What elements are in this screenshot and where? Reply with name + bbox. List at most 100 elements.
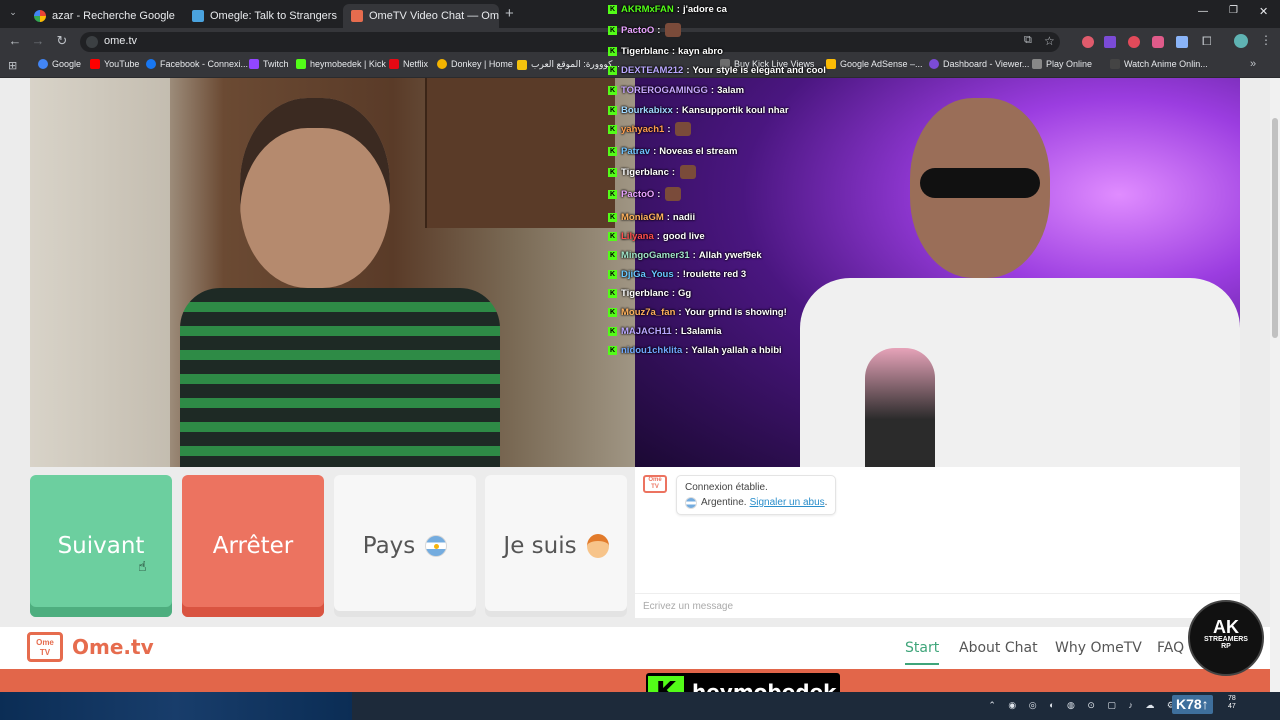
chat-text: good live — [662, 230, 705, 242]
stream-chat-message: K TOREROGAMINGG:3alam — [608, 81, 744, 99]
message-input-area[interactable] — [635, 593, 1240, 618]
bookmark-item[interactable]: Netflix — [389, 59, 428, 69]
chat-text: nadii — [672, 211, 696, 223]
chat-username: Tigerblanc — [621, 166, 669, 178]
tab-omegle[interactable]: Omegle: Talk to Strangers v ✕ — [184, 4, 340, 28]
tab-title: azar - Recherche Google — [52, 10, 175, 22]
stream-chat-message: Knidou1chklita: Yallah yallah a hbibi — [608, 341, 782, 359]
stop-button[interactable]: Arrêter — [182, 475, 324, 617]
stream-chat-message: K DjiGa_Yous: !roulette red 3 — [608, 265, 746, 283]
argentina-flag-icon — [685, 496, 697, 509]
stream-chat-message: K PactoO: — [608, 185, 682, 203]
bookmark-star-icon[interactable]: ☆ — [1044, 34, 1055, 48]
bookmark-item[interactable]: كووورة: الموقع العرب... — [517, 59, 620, 70]
kick-badge-icon: K — [608, 146, 617, 156]
chat-username: yahyach1 — [621, 123, 665, 135]
apps-icon[interactable]: ⊞ — [8, 59, 17, 72]
nav-link-why-ometv[interactable]: Why OmeTV — [1055, 640, 1142, 656]
maximize-button[interactable]: ❐ — [1229, 5, 1238, 16]
tab-title: Omegle: Talk to Strangers v — [210, 10, 340, 22]
kick-badge-icon: K — [608, 269, 617, 279]
extensions-area: ⧠ — [1078, 34, 1228, 50]
chat-separator: : — [671, 45, 676, 57]
kick-badge-icon: K — [608, 85, 617, 95]
kick-badge-icon: K — [608, 189, 617, 199]
site-info-icon[interactable] — [86, 36, 98, 48]
close-window-button[interactable]: ✕ — [1259, 5, 1268, 18]
ometv-logo-icon[interactable]: Ome TV — [27, 632, 63, 662]
donkey-icon — [437, 59, 447, 69]
extension-icon[interactable] — [1128, 36, 1140, 48]
message-input[interactable] — [635, 594, 1240, 618]
chat-separator: : — [656, 230, 660, 242]
new-tab-button[interactable]: + — [505, 5, 514, 22]
system-tray-icons[interactable]: ⌃ ◉ ◎ ◐ ◍ ⊙ ▢ ♪ ☁ ⚙ — [988, 700, 1180, 711]
extension-icon[interactable] — [1104, 36, 1116, 48]
bookmark-item[interactable]: Facebook - Connexi... — [146, 59, 248, 69]
kick-badge-icon: K — [608, 46, 617, 56]
google-icon — [38, 59, 48, 69]
chat-separator: : — [667, 123, 671, 135]
tab-close-icon[interactable]: ✕ — [175, 9, 180, 23]
bookmark-item[interactable]: Donkey | Home — [437, 59, 513, 69]
extension-icon[interactable] — [1176, 36, 1188, 48]
chat-username: DEXTEAM212 — [621, 64, 684, 76]
tab-search-icon[interactable]: ⌄ — [6, 7, 20, 21]
nav-link-start[interactable]: Start — [905, 640, 940, 665]
ometv-avatar: Ome TV — [643, 475, 667, 493]
tab-ometv[interactable]: OmeTV Video Chat — Ome ✕ — [343, 4, 499, 28]
connection-status: Connexion établie. — [685, 482, 768, 493]
mouse-cursor-icon: ☝ — [138, 558, 147, 574]
scrollbar-thumb[interactable] — [1272, 118, 1278, 338]
chat-separator: : — [676, 3, 680, 15]
stream-chat-message: K MoniaGM: nadii — [608, 208, 695, 226]
site-navigation: Ome TV Ome.tv Start About Chat Why OmeTV… — [0, 627, 1270, 669]
next-button[interactable]: Suivant — [30, 475, 172, 617]
chat-username: Tigerblanc — [621, 287, 669, 299]
profile-avatar[interactable] — [1234, 34, 1248, 48]
chat-text: Your grind is showing! — [684, 306, 787, 318]
report-abuse-link[interactable]: Signaler un abus — [750, 495, 825, 510]
bookmark-item[interactable]: Google — [38, 59, 81, 69]
kick-badge-icon: K — [608, 4, 617, 14]
boy-face-icon — [586, 534, 609, 558]
chat-text: Your style is elegant and cool — [692, 64, 826, 76]
url-text[interactable]: ome.tv — [104, 35, 137, 47]
kick-badge-icon: K — [608, 105, 617, 115]
back-icon[interactable]: ← — [6, 33, 24, 48]
bookmark-item[interactable]: Play Online — [1032, 59, 1092, 69]
chat-text: Kansupportik koul nhar — [681, 104, 789, 116]
chat-text: Allah ywef9ek — [698, 249, 762, 261]
chat-username: nidou1chklita — [621, 344, 683, 356]
kick-badge-icon: K — [608, 307, 617, 317]
bookmark-item[interactable]: heymobedek | Kick — [296, 59, 386, 69]
puzzle-icon[interactable]: ⧠ — [1202, 34, 1212, 49]
more-bookmarks-icon[interactable]: » — [1250, 58, 1256, 70]
extension-icon[interactable] — [1152, 36, 1164, 48]
twitch-icon — [249, 59, 259, 69]
nav-link-about-chat[interactable]: About Chat — [959, 640, 1038, 656]
gender-button[interactable]: Je suis — [485, 475, 627, 617]
chat-text: L3alamia — [680, 325, 722, 337]
ometv-logo-text[interactable]: Ome.tv — [72, 635, 154, 659]
forward-icon[interactable]: → — [29, 33, 47, 48]
extension-icon[interactable] — [1082, 36, 1094, 48]
stream-chat-message: K MingoGamer31: Allah ywef9ek — [608, 246, 762, 264]
argentina-flag-icon — [425, 535, 448, 557]
stream-chat-message: K PactoO: — [608, 21, 682, 39]
person-head — [240, 98, 390, 288]
bookmark-item[interactable]: Twitch — [249, 59, 289, 69]
bookmark-item[interactable]: Watch Anime Onlin... — [1110, 59, 1208, 69]
ak-logo-tag: RP — [1221, 643, 1231, 650]
stream-chat-message: K Tigerblanc: Gg — [608, 284, 691, 302]
chat-text: Gg — [678, 287, 692, 299]
kick-badge-icon: K — [608, 345, 617, 355]
menu-icon[interactable]: ⋮ — [1260, 33, 1272, 47]
bookmark-item[interactable]: YouTube — [90, 59, 139, 69]
minimize-button[interactable]: — — [1198, 6, 1208, 17]
nav-link-faq[interactable]: FAQ — [1157, 640, 1184, 656]
stream-chat-message: K Tigerblanc: kayn abro — [608, 42, 723, 60]
country-button[interactable]: Pays — [334, 475, 476, 617]
reload-icon[interactable]: ↻ — [53, 33, 71, 49]
tab-google-search[interactable]: azar - Recherche Google ✕ — [26, 4, 180, 28]
